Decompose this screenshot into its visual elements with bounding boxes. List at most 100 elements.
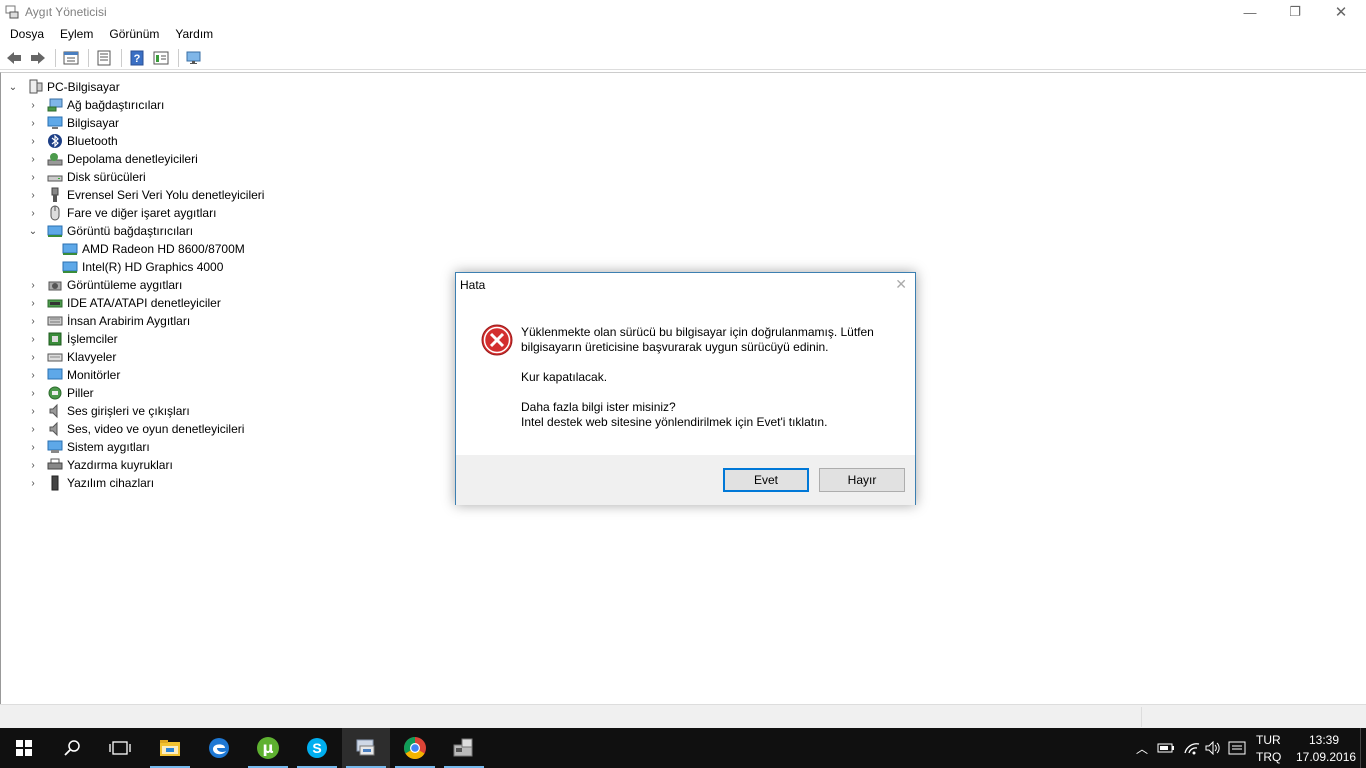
chevron-right-icon[interactable]: › (27, 315, 39, 327)
tree-item-label: IDE ATA/ATAPI denetleyiciler (67, 296, 221, 310)
chevron-down-icon[interactable]: ⌄ (27, 225, 39, 237)
chevron-right-icon[interactable]: › (27, 153, 39, 165)
input-language-top[interactable]: TUR (1256, 733, 1281, 747)
storage-controller-icon (47, 151, 63, 167)
restore-button[interactable]: ❐ (1272, 0, 1318, 24)
yes-button[interactable]: Evet (723, 468, 809, 492)
tree-item[interactable]: › Ses, video ve oyun denetleyicileri (27, 420, 244, 438)
minimize-button[interactable]: — (1227, 0, 1273, 24)
hid-icon (47, 313, 63, 329)
show-hidden-icons-button[interactable]: ︿ (1133, 740, 1151, 756)
help-icon: ? (130, 50, 144, 65)
tree-item[interactable]: › Depolama denetleyicileri (27, 150, 197, 168)
wifi-icon[interactable] (1183, 740, 1201, 756)
chevron-right-icon[interactable]: › (27, 135, 39, 147)
tree-item-label: Fare ve diğer işaret aygıtları (67, 206, 217, 220)
close-button[interactable]: ✕ (1318, 0, 1364, 24)
display-adapter-icon (62, 259, 78, 275)
chevron-right-icon[interactable]: › (27, 369, 39, 381)
chevron-right-icon[interactable]: › (27, 99, 39, 111)
chevron-right-icon[interactable]: › (27, 351, 39, 363)
tree-item[interactable]: › Bilgisayar (27, 114, 119, 132)
tree-item[interactable]: › İşlemciler (27, 330, 117, 348)
chevron-right-icon[interactable]: › (27, 297, 39, 309)
tree-item[interactable]: › Piller (27, 384, 93, 402)
scan-hardware-button[interactable] (183, 47, 205, 69)
tree-item-label: Evrensel Seri Veri Yolu denetleyicileri (67, 188, 265, 202)
chevron-right-icon[interactable]: › (27, 459, 39, 471)
chevron-right-icon[interactable]: › (27, 477, 39, 489)
help-button[interactable]: ? (126, 47, 148, 69)
tree-item[interactable]: › Sistem aygıtları (27, 438, 149, 456)
chevron-right-icon[interactable]: › (27, 387, 39, 399)
show-desktop-button[interactable] (1360, 728, 1366, 768)
tree-item[interactable]: › Monitörler (27, 366, 120, 384)
action-center-tray-icon[interactable] (1228, 740, 1246, 756)
chevron-right-icon[interactable]: › (27, 207, 39, 219)
chevron-right-icon[interactable]: › (27, 423, 39, 435)
taskbar-app-edge[interactable] (195, 728, 243, 768)
tree-item[interactable]: › Ses girişleri ve çıkışları (27, 402, 190, 420)
tree-item[interactable]: › Disk sürücüleri (27, 168, 145, 186)
chevron-right-icon[interactable]: › (27, 279, 39, 291)
tree-item[interactable]: › Yazdırma kuyrukları (27, 456, 173, 474)
back-button[interactable] (3, 47, 25, 69)
no-button[interactable]: Hayır (819, 468, 905, 492)
software-device-icon (47, 475, 63, 491)
forward-button[interactable] (27, 47, 49, 69)
properties-button[interactable] (60, 47, 82, 69)
tree-item[interactable]: ⌄ Görüntü bağdaştırıcıları (27, 222, 193, 240)
search-button[interactable] (48, 728, 96, 768)
taskbar-app-file-explorer[interactable] (146, 728, 194, 768)
taskbar-app-device-manager[interactable] (342, 728, 390, 768)
chevron-down-icon[interactable]: ⌄ (7, 81, 19, 93)
tree-item[interactable]: › IDE ATA/ATAPI denetleyiciler (27, 294, 221, 312)
menu-help[interactable]: Yardım (167, 24, 221, 44)
dialog-close-button[interactable]: ✕ (895, 276, 907, 293)
chevron-right-icon[interactable]: › (27, 441, 39, 453)
dialog-title: Hata (460, 278, 486, 292)
computer-icon (27, 79, 43, 95)
task-view-button[interactable] (96, 728, 144, 768)
tree-item[interactable]: › Klavyeler (27, 348, 116, 366)
edge-icon (209, 738, 229, 758)
tree-item[interactable]: › Görüntüleme aygıtları (27, 276, 182, 294)
menu-file[interactable]: Dosya (0, 24, 52, 44)
tree-item[interactable]: › Fare ve diğer işaret aygıtları (27, 204, 216, 222)
device-manager-icon (4, 4, 20, 20)
clock-time[interactable]: 13:39 (1309, 733, 1339, 747)
tree-item[interactable]: › Bluetooth (27, 132, 118, 150)
tree-item-label: Intel(R) HD Graphics 4000 (82, 260, 224, 274)
view-button[interactable] (93, 47, 115, 69)
tree-item[interactable]: › Evrensel Seri Veri Yolu denetleyiciler… (27, 186, 264, 204)
menu-action[interactable]: Eylem (52, 24, 101, 44)
tree-item-label: Yazdırma kuyrukları (67, 458, 173, 472)
chevron-right-icon[interactable]: › (27, 333, 39, 345)
taskbar-app-utorrent[interactable]: µ (244, 728, 292, 768)
chevron-right-icon[interactable]: › (27, 405, 39, 417)
chevron-right-icon[interactable]: › (27, 189, 39, 201)
tree-child-item[interactable]: AMD Radeon HD 8600/8700M (62, 240, 245, 258)
tree-child-item[interactable]: Intel(R) HD Graphics 4000 (62, 258, 223, 276)
taskbar-app-chrome[interactable] (391, 728, 439, 768)
chevron-right-icon[interactable]: › (27, 171, 39, 183)
keyboard-icon (47, 349, 63, 365)
taskbar-app-skype[interactable]: S (293, 728, 341, 768)
start-button[interactable] (0, 728, 48, 768)
printer-icon (47, 457, 63, 473)
tree-item[interactable]: › Yazılım cihazları (27, 474, 154, 492)
toolbar-separator (178, 48, 179, 67)
chevron-right-icon[interactable]: › (27, 117, 39, 129)
tree-item[interactable]: › Ağ bağdaştırıcıları (27, 96, 164, 114)
menu-view[interactable]: Görünüm (101, 24, 167, 44)
tree-root[interactable]: ⌄ PC-Bilgisayar (7, 78, 120, 96)
chrome-icon (404, 737, 426, 759)
input-language-bottom[interactable]: TRQ (1256, 750, 1281, 764)
list-button[interactable] (150, 47, 172, 69)
dialog-message-line: Intel destek web sitesine yönlendirilmek… (521, 415, 828, 429)
clock-date[interactable]: 17.09.2016 (1296, 750, 1356, 764)
tree-item[interactable]: › İnsan Arabirim Aygıtları (27, 312, 190, 330)
taskbar-app-installer[interactable] (440, 728, 488, 768)
battery-tray-icon[interactable] (1157, 740, 1175, 756)
volume-icon[interactable] (1204, 740, 1222, 756)
